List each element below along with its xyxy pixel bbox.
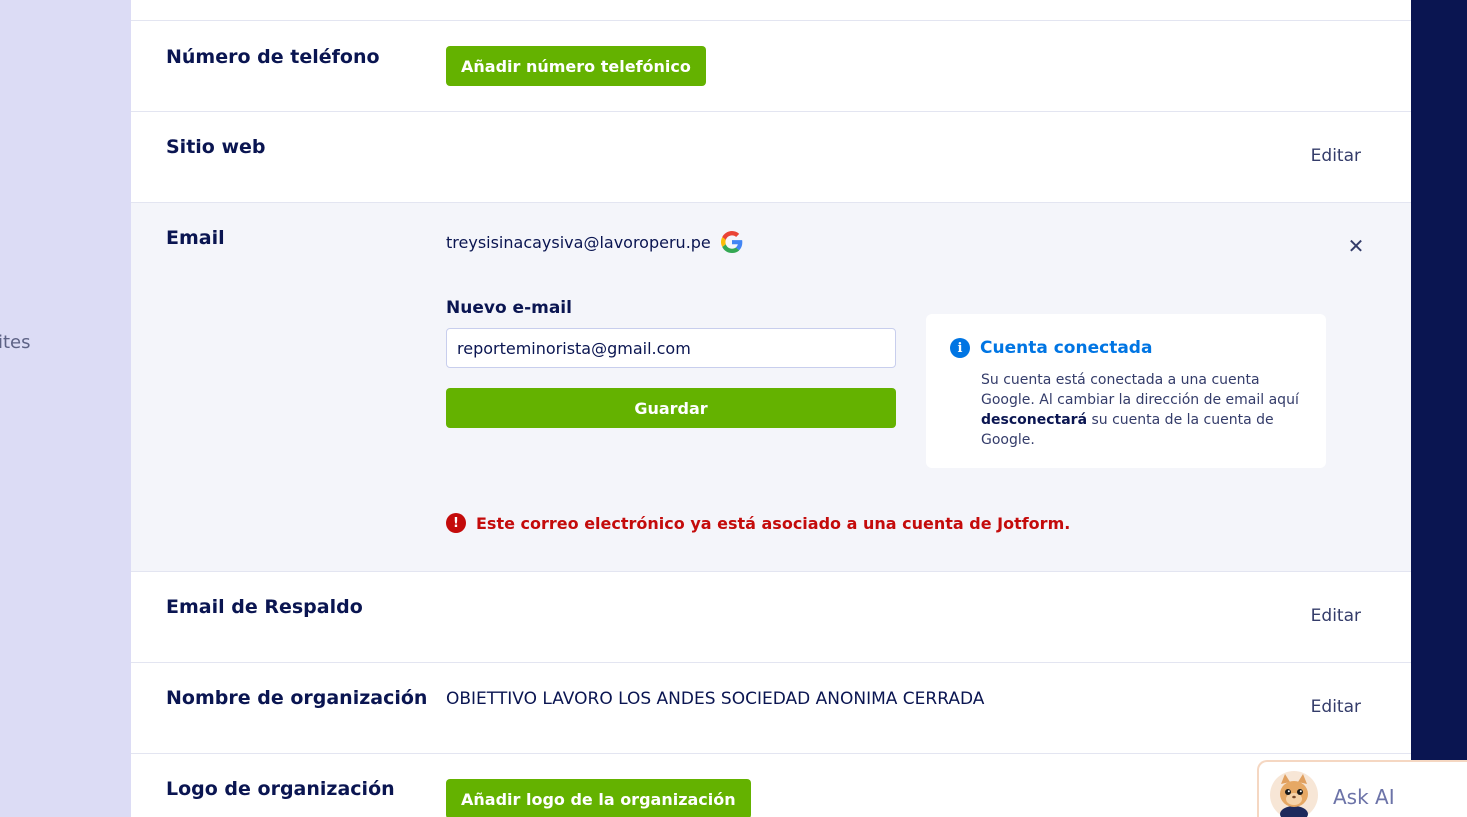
ask-ai-label: Ask AI [1333, 784, 1395, 809]
row-org-name: Nombre de organización OBIETTIVO LAVORO … [131, 663, 1411, 754]
connected-account-info-card: i Cuenta conectada Su cuenta está conect… [926, 314, 1326, 468]
org-name-label: Nombre de organización [166, 687, 428, 709]
google-icon [720, 231, 743, 253]
row-backup-email: Email de Respaldo Editar [131, 572, 1411, 663]
info-card-text: Su cuenta está conectada a una cuenta Go… [981, 370, 1302, 450]
email-error-message: ! Este correo electrónico ya está asocia… [446, 513, 1070, 533]
email-label: Email [166, 227, 225, 249]
settings-main-panel: Número de teléfono Añadir número telefón… [131, 0, 1411, 817]
add-phone-button[interactable]: Añadir número telefónico [446, 46, 706, 86]
website-label: Sitio web [166, 136, 266, 158]
current-email: treysisinacaysiva@lavoroperu.pe [446, 231, 743, 253]
ask-ai-button[interactable]: Ask AI [1257, 760, 1467, 817]
error-icon: ! [446, 513, 466, 533]
add-org-logo-button[interactable]: Añadir logo de la organización [446, 779, 751, 817]
backup-email-label: Email de Respaldo [166, 596, 363, 618]
website-edit-link[interactable]: Editar [1311, 146, 1361, 166]
close-icon[interactable]: ✕ [1346, 236, 1366, 256]
new-email-label: Nuevo e-mail [446, 298, 572, 318]
info-text-part-1: Su cuenta está conectada a una cuenta Go… [981, 372, 1299, 408]
org-logo-label: Logo de organización [166, 778, 395, 800]
phone-label: Número de teléfono [166, 46, 380, 68]
right-sidebar [1411, 0, 1467, 817]
previous-row [131, 0, 1411, 21]
org-name-edit-link[interactable]: Editar [1311, 697, 1361, 717]
info-card-title: i Cuenta conectada [950, 338, 1302, 358]
info-icon: i [950, 338, 970, 358]
new-email-input[interactable] [446, 328, 896, 368]
row-phone: Número de teléfono Añadir número telefón… [131, 21, 1411, 112]
org-name-value: OBIETTIVO LAVORO LOS ANDES SOCIEDAD ANON… [446, 689, 985, 709]
save-email-button[interactable]: Guardar [446, 388, 896, 428]
row-org-logo: Logo de organización Añadir logo de la o… [131, 754, 1411, 817]
ask-ai-avatar-icon [1270, 770, 1318, 817]
sidebar-nav-item-fragment[interactable]: ites [0, 332, 31, 353]
backup-email-edit-link[interactable]: Editar [1311, 606, 1361, 626]
info-text-bold: desconectará [981, 412, 1088, 428]
left-sidebar: ites [0, 0, 131, 817]
email-error-text: Este correo electrónico ya está asociado… [476, 513, 1071, 533]
info-card-title-text: Cuenta conectada [980, 338, 1153, 358]
row-website: Sitio web Editar [131, 112, 1411, 203]
current-email-value: treysisinacaysiva@lavoroperu.pe [446, 232, 711, 252]
